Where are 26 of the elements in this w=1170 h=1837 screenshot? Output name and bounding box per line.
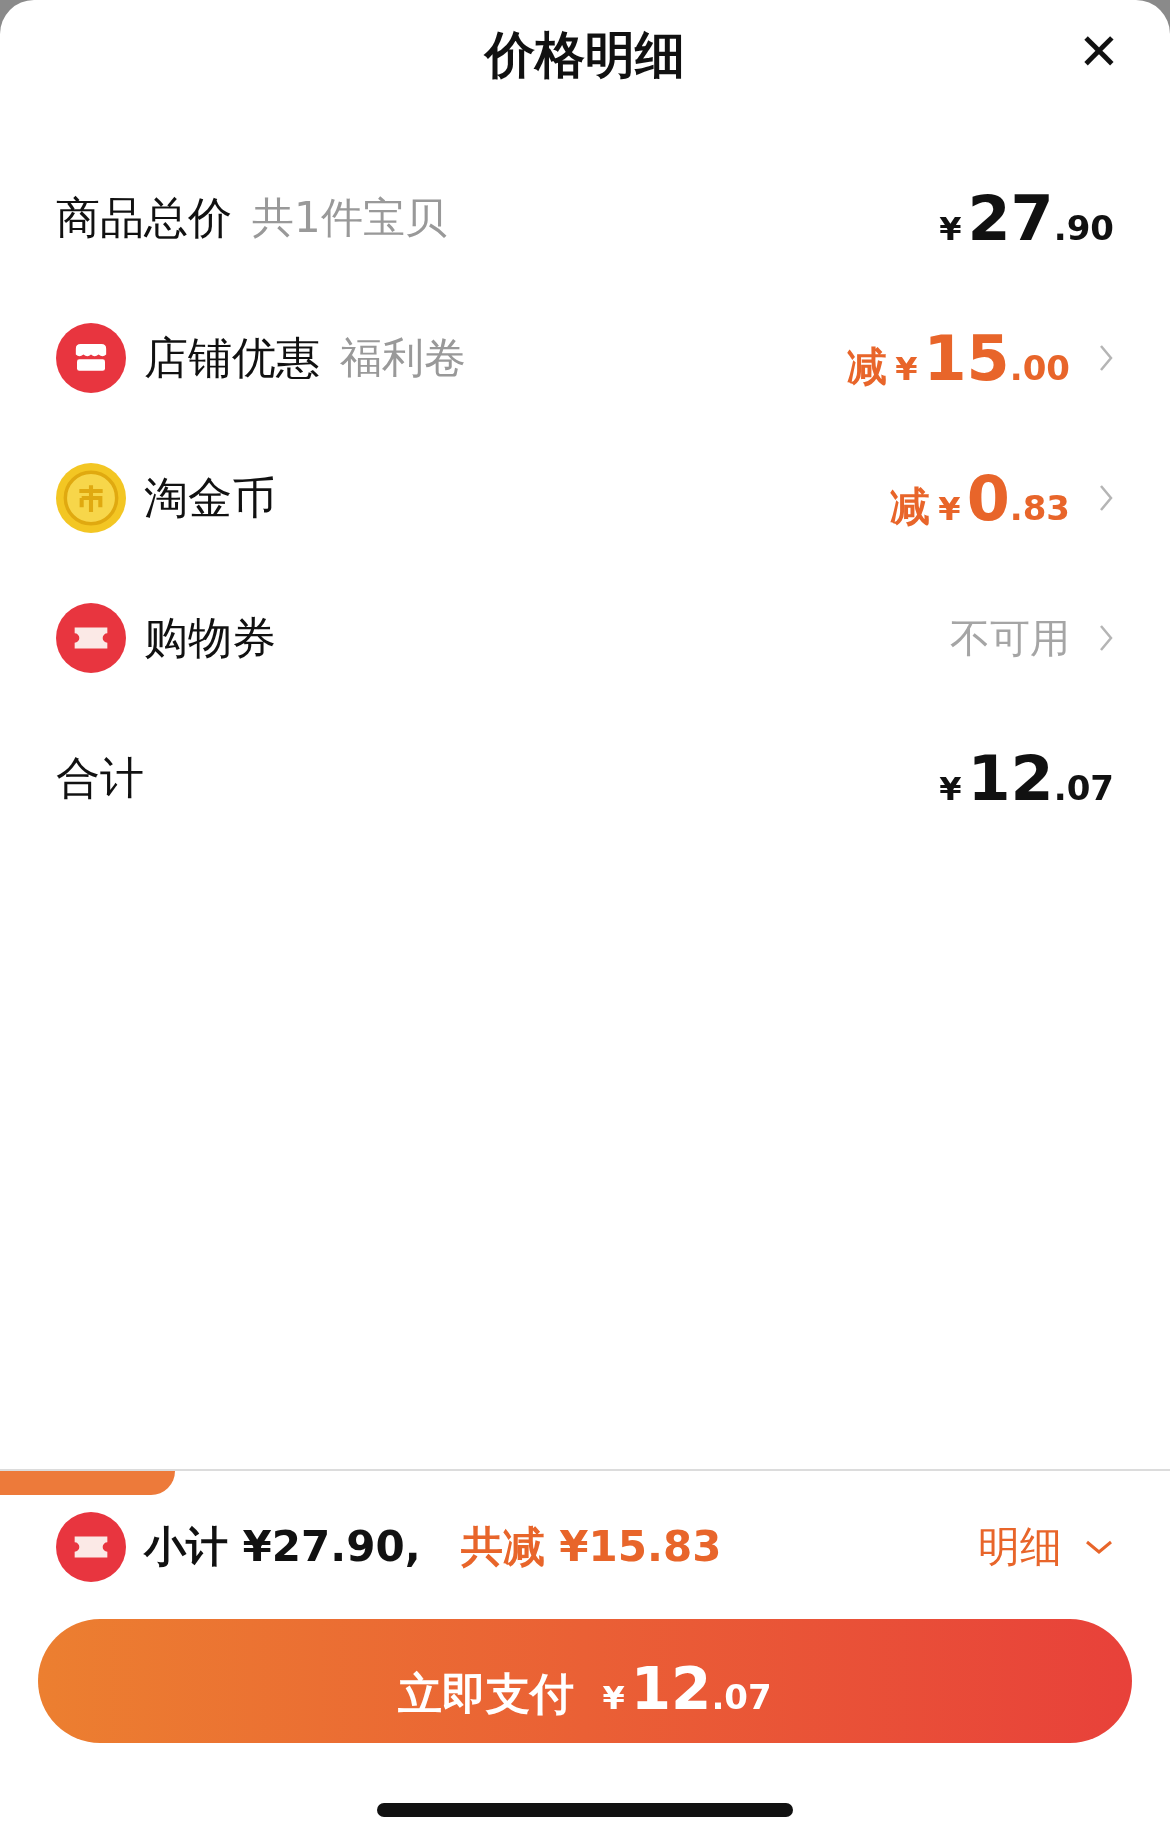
- row-note: 福利卷: [340, 332, 466, 384]
- price-amount: ¥27.90: [939, 181, 1114, 255]
- chevron-right-icon[interactable]: [1098, 343, 1114, 373]
- row-label: 合计: [56, 750, 144, 805]
- chevron-icon[interactable]: [1084, 1539, 1114, 1555]
- pay-button[interactable]: 立即支付 ¥12.07: [38, 1619, 1132, 1743]
- ticket-icon: [56, 603, 126, 673]
- chevron-right-icon[interactable]: [1098, 483, 1114, 513]
- coin-icon: [56, 463, 126, 533]
- close-button[interactable]: ✕: [1078, 22, 1120, 82]
- sheet-title: 价格明细: [485, 24, 685, 86]
- row-label: 购物券: [144, 610, 276, 665]
- row-label: 淘金币: [144, 470, 276, 525]
- price-amount: ¥12.07: [939, 741, 1114, 815]
- status-text: 不可用: [950, 613, 1070, 663]
- ticket-icon: [56, 1512, 126, 1582]
- subtotal-text: 小计 ¥27.90,: [144, 1521, 421, 1573]
- price-amount: 减 ¥15.00: [847, 321, 1070, 395]
- detail-toggle[interactable]: 明细: [978, 1519, 1062, 1575]
- store-icon: [56, 323, 126, 393]
- row-note: 共1件宝贝: [252, 192, 447, 244]
- row-label: 商品总价: [56, 190, 232, 245]
- saved-text: 共减 ¥15.83: [460, 1521, 722, 1573]
- chevron-right-icon[interactable]: [1098, 623, 1114, 653]
- row-label: 店铺优惠: [144, 330, 320, 385]
- price-amount: 减 ¥0.83: [890, 461, 1070, 535]
